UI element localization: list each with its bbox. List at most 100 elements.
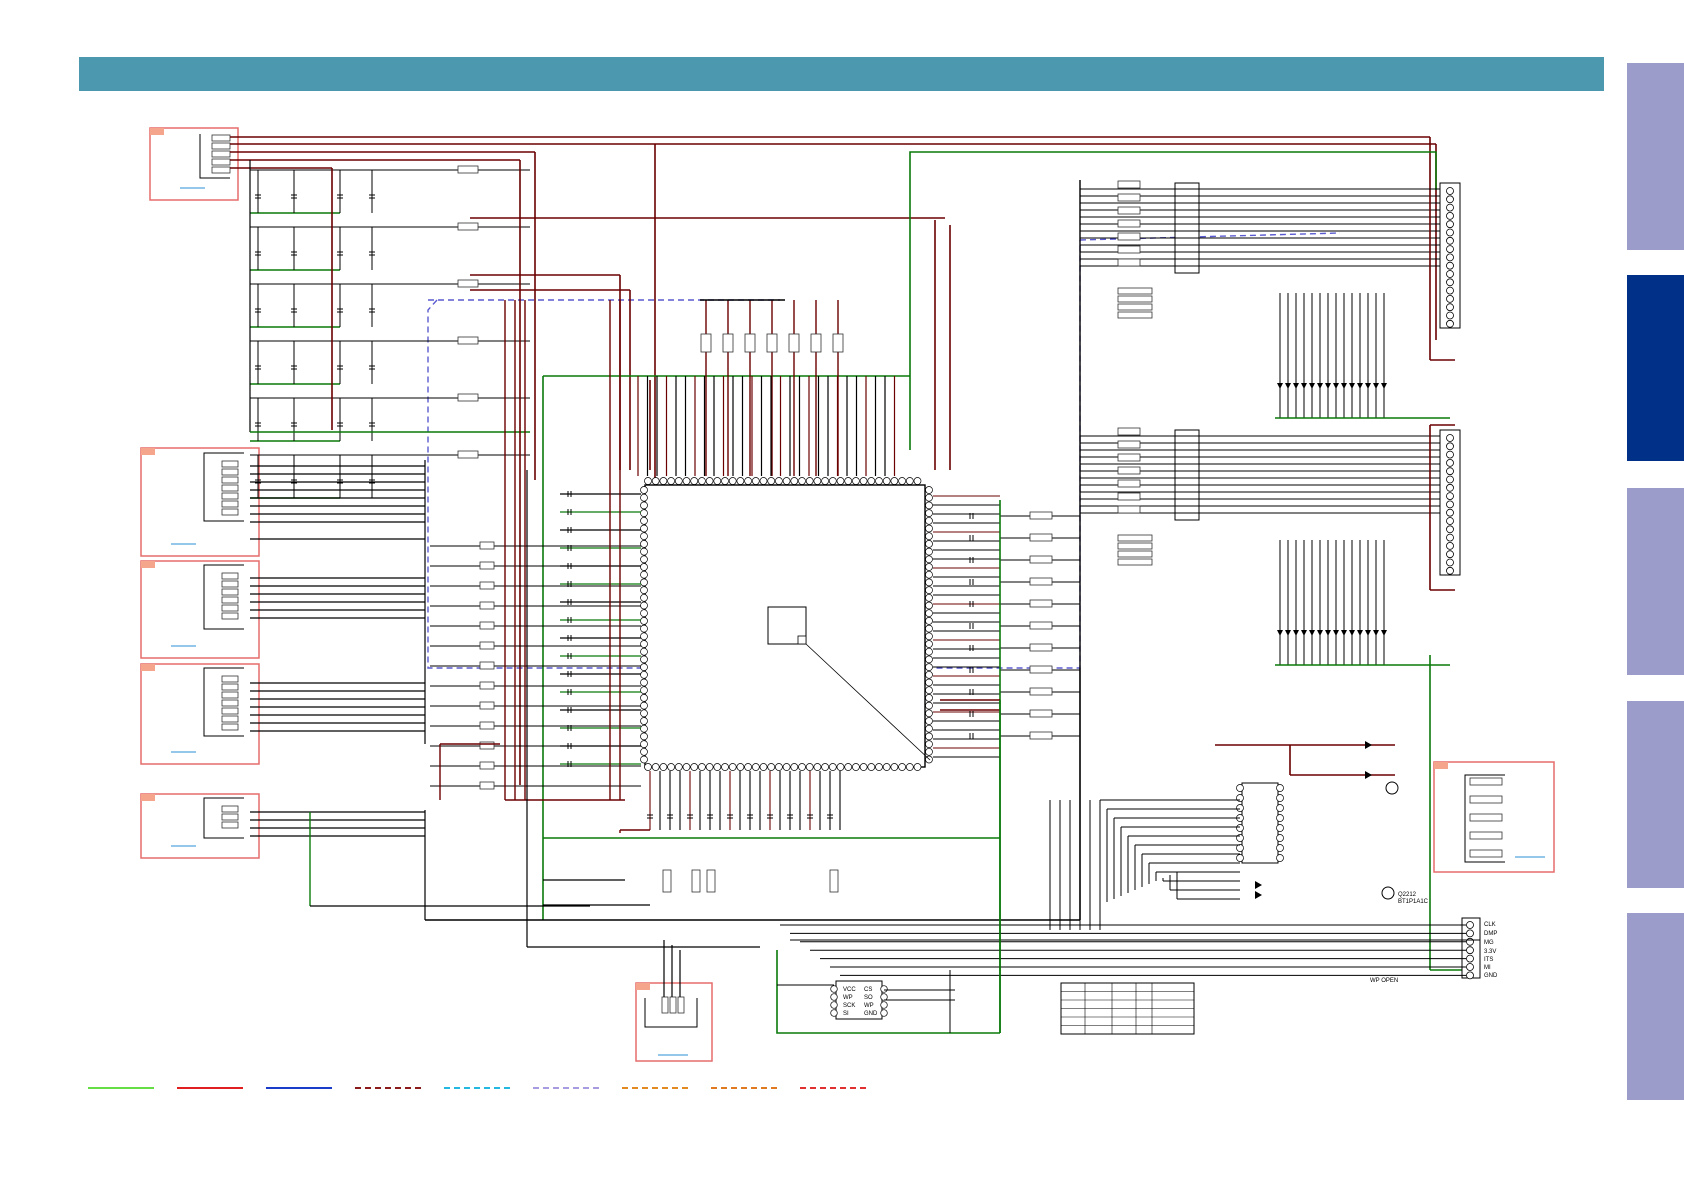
connector-pin [221,596,239,604]
ic-pin-top [759,477,768,485]
ic-pin-left [640,609,648,618]
series-resistor [1117,232,1141,241]
diode [1349,383,1355,389]
connector-pin [1466,946,1474,955]
connector-pin [1446,303,1454,312]
series-resistor [1117,219,1141,228]
pullup-resistor [832,333,844,353]
ic-pin-left [640,516,648,525]
ic-pin-right [925,694,933,702]
ic-pin-right [925,740,933,748]
connector-pin [1446,319,1454,328]
connector-pin [1469,831,1503,840]
diode [1365,741,1372,749]
ic-pin-left [640,655,648,664]
diode [1381,630,1387,636]
ic-pin-top [859,477,868,485]
ic-pin-top [659,477,668,485]
ic-pin-bottom [813,763,822,771]
series-resistor [1117,206,1141,215]
ic-pin-right [925,678,933,687]
driver-ic-pin [1236,854,1244,862]
connector-pin [221,460,239,468]
ic-pin-top [844,477,853,485]
conn-pin-label-dmp: DMP [1484,931,1498,937]
diode [1301,383,1307,389]
ic-pin-left [640,755,648,764]
connector-pin [1446,550,1454,559]
diode [1255,891,1262,899]
series-resistor [1117,440,1141,449]
eeprom-pin-gnd: GND [864,1011,878,1017]
connector-pin [1446,211,1454,220]
ic-pin-right [925,747,933,756]
conn-pin-label-clk: CLK [1484,922,1496,928]
connector-tag [1434,762,1448,769]
wp-open-label: WP OPEN [1370,978,1399,984]
ic-pin-bottom [898,763,906,771]
series-resistor [1117,534,1153,542]
driver-ic-pin [1276,844,1284,852]
ic-pin-left [640,709,648,718]
ic-pin-right [925,724,933,733]
ic-pin-right [925,555,933,564]
connector-pin [221,821,239,829]
diode [1285,383,1291,389]
ic-pin-top [775,477,783,485]
ic-pin-top [790,477,799,485]
ic-pin-left [640,563,648,571]
ic-pin-right [925,524,933,533]
connector-pin [221,476,239,484]
series-resistor [479,641,495,650]
connector-pin [1466,921,1474,929]
connector-box-3 [140,560,260,659]
pullup-resistor [744,333,756,353]
driver-ic-pin [1276,824,1284,832]
diode [1277,383,1283,389]
ic-pin-top [875,477,883,485]
eeprom-pin [880,985,888,993]
eeprom-pin-wp-right: WP [864,1003,874,1009]
diode [1293,630,1299,636]
ic-pin-left [640,647,648,656]
connector-pin [221,604,239,612]
connector-pin [1446,458,1454,467]
diode [1357,383,1363,389]
ic-pin-top [828,477,837,485]
conn-pin-label-3v3: 3.3V [1484,949,1497,955]
conn-pin-label-gnd: GND [1484,973,1498,979]
ic-pin-left [640,532,648,541]
ic-pin-left [640,578,648,587]
series-resistor [1117,287,1153,295]
diode [1341,630,1347,636]
ic-pin-top [882,477,891,485]
series-resistor [1029,555,1053,564]
ic-pin-right [925,655,933,664]
ic-pin-bottom [782,763,791,771]
eeprom-pin-vcc: VCC [843,987,856,993]
connector-pin [1446,542,1454,550]
ic-pin-bottom [836,763,845,771]
ic-pin-left [640,701,648,710]
series-resistor [479,661,495,670]
driver-ic-body [1241,782,1279,864]
ic-pin-bottom [875,763,883,771]
connector-tag [636,983,650,990]
series-resistor [479,681,495,690]
eeprom-pin [830,985,838,993]
connector-pin [1446,475,1454,484]
ic-pin-right [925,601,933,610]
ic-pin-right [925,663,933,671]
series-resistor [1117,303,1153,311]
connector-pin [1446,483,1454,492]
driver-ic-pin [1236,824,1244,832]
ic-pin-top [898,477,906,485]
ic-pin-bottom [828,763,837,771]
ic-pin-top [698,477,706,485]
filter-resistor [457,393,479,402]
ic-pin-bottom [859,763,868,771]
ic-pin-left [640,540,648,548]
connector-pin [221,468,239,476]
ic-pin-right [925,686,933,695]
ic-pin-right [925,593,933,602]
